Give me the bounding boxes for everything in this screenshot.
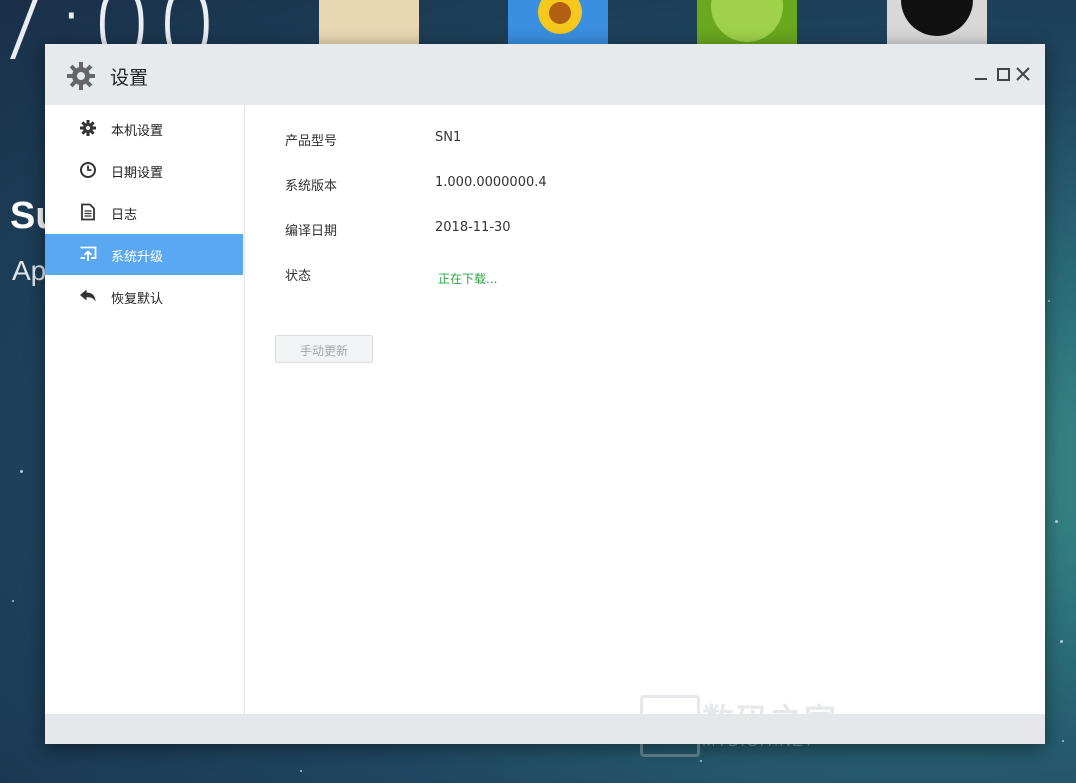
build-date-value: 2018-11-30: [435, 220, 511, 235]
gear-icon: [67, 62, 95, 90]
sidebar-item-label: 恢复默认: [111, 292, 164, 307]
notes-app-tile[interactable]: [319, 0, 419, 44]
desktop-text-2: Ap: [12, 255, 47, 286]
settings-sidebar: 本机设置 日期设置 日志 系统升级 恢复默认: [45, 105, 245, 714]
clock-icon: [80, 162, 96, 178]
sidebar-item-device-settings[interactable]: 本机设置: [45, 108, 243, 149]
gallery-app-tile[interactable]: [508, 0, 608, 44]
sidebar-item-label: 系统升级: [111, 250, 164, 265]
manual-update-button[interactable]: 手动更新: [275, 335, 373, 363]
record-icon: [901, 0, 973, 36]
build-date-label: 编译日期: [285, 224, 338, 239]
model-value: SN1: [435, 130, 462, 145]
maximize-button[interactable]: [995, 66, 1011, 82]
status-label: 状态: [285, 269, 312, 284]
music-app-tile[interactable]: [887, 0, 987, 44]
close-button[interactable]: [1015, 66, 1031, 82]
sidebar-item-label: 日期设置: [111, 166, 164, 181]
sidebar-item-date-settings[interactable]: 日期设置: [45, 150, 243, 191]
close-icon: [1016, 67, 1030, 81]
reply-arrow-icon: [80, 289, 96, 302]
upgrade-icon: [80, 246, 97, 261]
window-titlebar[interactable]: 设置: [45, 44, 1045, 105]
sidebar-item-restore-default[interactable]: 恢复默认: [45, 276, 243, 317]
version-value: 1.000.0000000.4: [435, 175, 547, 190]
minimize-button[interactable]: [973, 66, 989, 82]
version-label: 系统版本: [285, 179, 338, 194]
sidebar-item-label: 日志: [111, 208, 138, 223]
window-title: 设置: [110, 67, 149, 89]
green-app-tile[interactable]: [697, 0, 797, 44]
gear-icon: [80, 120, 96, 136]
window-statusbar: [45, 714, 1045, 744]
settings-window: 设置 本机设置 日期设置 日志 系统升级 恢复默认 产品型号 SN1 系统版本 …: [45, 44, 1045, 757]
sidebar-item-log[interactable]: 日志: [45, 192, 243, 233]
model-label: 产品型号: [285, 134, 338, 149]
sidebar-item-system-upgrade[interactable]: 系统升级: [45, 234, 243, 275]
sidebar-item-label: 本机设置: [111, 124, 164, 139]
upgrade-panel: 产品型号 SN1 系统版本 1.000.0000000.4 编译日期 2018-…: [245, 105, 1045, 757]
document-icon: [81, 203, 95, 221]
status-value: 正在下载...: [438, 272, 498, 286]
